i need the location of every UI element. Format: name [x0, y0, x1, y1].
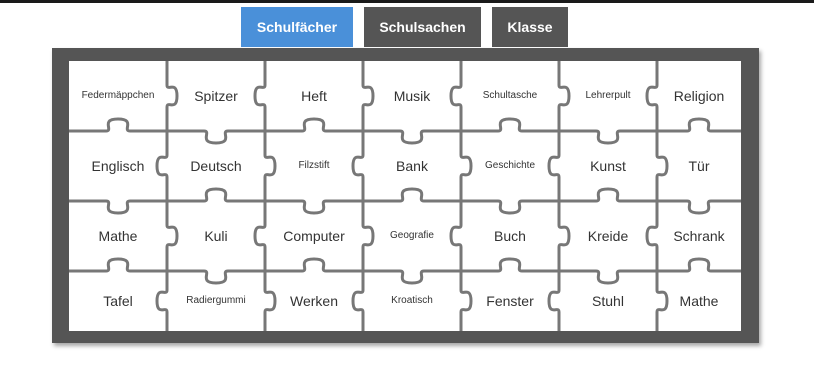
puzzle-piece[interactable]: Geografie [365, 203, 459, 269]
puzzle-piece[interactable]: Mathe [659, 273, 739, 329]
top-bar [0, 0, 814, 3]
tab-klasse[interactable]: Klasse [492, 7, 568, 47]
puzzle-piece[interactable]: Religion [659, 63, 739, 129]
puzzle-piece[interactable]: Werken [267, 273, 361, 329]
tab-schulfaecher[interactable]: Schulfächer [241, 7, 353, 47]
puzzle-piece[interactable]: Computer [267, 203, 361, 269]
tab-schulsachen[interactable]: Schulsachen [364, 7, 481, 47]
puzzle-piece[interactable]: Musik [365, 63, 459, 129]
puzzle-piece[interactable]: Mathe [71, 203, 165, 269]
puzzle-board: Federmäppchen Spitzer Heft Musik Schultasche… [52, 48, 759, 343]
puzzle-piece[interactable]: Stuhl [561, 273, 655, 329]
puzzle-piece[interactable]: Buch [463, 203, 557, 269]
puzzle-piece[interactable]: Kreide [561, 203, 655, 269]
puzzle-piece[interactable]: Geschichte [463, 133, 557, 199]
puzzle-grid: Federmäppchen Spitzer Heft Musik Schultasche… [69, 61, 741, 331]
puzzle-piece[interactable]: Schultasche [463, 63, 557, 129]
puzzle-piece[interactable]: Lehrerpult [561, 63, 655, 129]
puzzle-piece[interactable]: Englisch [71, 133, 165, 199]
puzzle-piece[interactable]: Bank [365, 133, 459, 199]
puzzle-piece[interactable]: Kroatisch [365, 273, 459, 329]
puzzle-piece[interactable]: Schrank [659, 203, 739, 269]
puzzle-piece[interactable]: Fenster [463, 273, 557, 329]
puzzle-piece[interactable]: Spitzer [169, 63, 263, 129]
puzzle-piece[interactable]: Federmäppchen [71, 63, 165, 129]
puzzle-piece[interactable]: Deutsch [169, 133, 263, 199]
puzzle-piece[interactable]: Tür [659, 133, 739, 199]
puzzle-piece[interactable]: Tafel [71, 273, 165, 329]
puzzle-piece[interactable]: Filzstift [267, 133, 361, 199]
puzzle-piece[interactable]: Heft [267, 63, 361, 129]
puzzle-piece[interactable]: Kuli [169, 203, 263, 269]
puzzle-piece[interactable]: Radiergummi [169, 273, 263, 329]
puzzle-piece[interactable]: Kunst [561, 133, 655, 199]
